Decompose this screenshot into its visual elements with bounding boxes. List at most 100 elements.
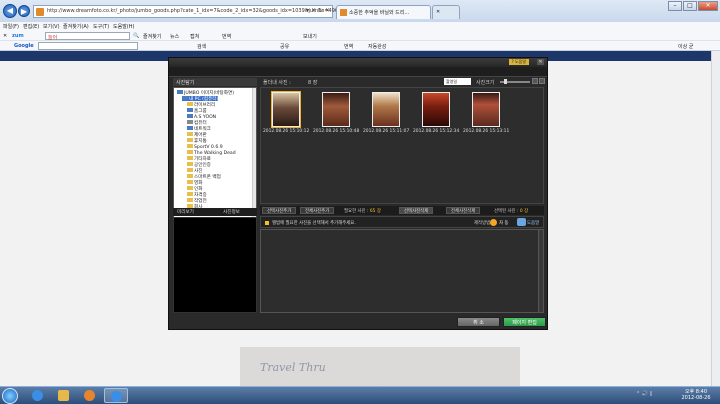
folder-tree-item[interactable]: 컴퓨터	[187, 120, 207, 126]
folder-tree-item[interactable]: 홈그룹	[187, 108, 207, 114]
folder-icon	[187, 186, 193, 190]
photo-thumbnail[interactable]: 2012.08.26 15:12:34	[413, 92, 459, 140]
help-button[interactable]: ? 도움말	[508, 59, 529, 65]
clock[interactable]: 오후 8:40 2012-08-26	[679, 389, 713, 401]
order-method-value[interactable]: 자 동	[499, 220, 508, 226]
thumbnail-caption: 2012.08.26 15:10:12	[263, 129, 310, 134]
photo-thumbnail[interactable]: 2012.08.26 15:13:11	[463, 92, 509, 140]
folder-tree-item[interactable]: 라이브러리	[187, 102, 215, 108]
add-all-tab[interactable]: 전체사진추가	[300, 207, 335, 214]
menu-edit[interactable]: 편집(E)	[23, 23, 39, 30]
photo-thumbnail[interactable]: 2012.08.26 15:10:12	[263, 92, 309, 140]
location-icon	[187, 126, 193, 130]
taskbar-explorer[interactable]	[52, 388, 76, 403]
folder-tree-item[interactable]: The Walking Dead	[187, 150, 236, 156]
back-button[interactable]: ◀	[3, 4, 17, 18]
forward-button[interactable]: ▶	[18, 5, 30, 17]
menu-file[interactable]: 파일(F)	[3, 23, 19, 30]
selected-photos-area[interactable]	[260, 229, 544, 313]
slider-knob[interactable]	[504, 79, 507, 84]
cancel-button[interactable]: 취 소	[457, 317, 500, 327]
delete-selected-tab[interactable]: 선택사진삭제	[399, 207, 434, 214]
google-search-button[interactable]: 검색	[197, 43, 206, 50]
menu-help[interactable]: 도움말(H)	[113, 23, 134, 30]
folder-tree-item[interactable]: 작업전	[187, 198, 207, 204]
close-toolbar-icon[interactable]: ✕	[3, 33, 7, 39]
add-selected-tab[interactable]: 선택사진추가	[262, 207, 297, 214]
order-radio-icon[interactable]	[490, 219, 497, 226]
side-tabs: 미리보기 사진정보	[173, 208, 257, 216]
taskbar-media[interactable]	[78, 388, 102, 403]
google-share-button[interactable]: 공유	[280, 43, 289, 50]
close-window-button[interactable]: ✕	[698, 1, 718, 11]
needed-photos-label: 필요한 사진 : 65 장	[344, 209, 381, 214]
start-button[interactable]	[2, 388, 18, 404]
folder-tree-item[interactable]: 인화	[187, 186, 202, 192]
photo-thumbnail[interactable]: 2012.08.26 15:11:07	[363, 92, 409, 140]
taskbar: ⌃ 🔊 ▯ 오후 8:40 2012-08-26	[0, 386, 720, 404]
selected-photos-scrollbar[interactable]	[538, 230, 543, 312]
menu-favorites[interactable]: 즐겨찾기(A)	[63, 23, 89, 30]
toolbar-send[interactable]: 보내기	[303, 33, 317, 40]
grid-view-icon[interactable]	[532, 78, 538, 84]
folder-photo-count-label: 폴더내 사진 :	[263, 80, 291, 86]
search-icon[interactable]: 🔍	[133, 33, 139, 39]
taskbar-ie-active[interactable]	[104, 388, 128, 403]
address-bar[interactable]: http://www.dreamfoto.co.kr/_photo/jumbo_…	[33, 5, 341, 18]
folder-tree-item[interactable]: 기타자료	[187, 156, 211, 162]
photo-thumbnail[interactable]: 2012.08.26 15:10:48	[313, 92, 359, 140]
preview-panel	[173, 217, 257, 313]
clock-date: 2012-08-26	[681, 395, 711, 401]
thumbnail-image	[272, 92, 300, 127]
zum-search-input[interactable]: 늘어	[45, 32, 130, 41]
folder-icon	[187, 156, 193, 160]
thumbnail-image	[372, 92, 400, 127]
google-autocomplete-button[interactable]: 자동완성	[368, 43, 386, 50]
menu-view[interactable]: 보기(V)	[43, 23, 60, 30]
delete-all-tab[interactable]: 전체사진삭제	[446, 207, 481, 214]
folder-tree-item[interactable]: 내 PC (컴퓨터)	[182, 96, 219, 102]
photo-select-dialog: ? 도움말 ✕ 사진탐기 JUMBO 이미지(바탕화면) 내 PC (컴퓨터) 라이…	[168, 57, 548, 330]
folder-tree-item[interactable]: JUMBO 이미지(바탕화면)	[177, 90, 234, 96]
page-edit-button[interactable]: 페이지 편집	[503, 317, 546, 327]
tab-preview[interactable]: 미리보기	[177, 209, 194, 215]
taskbar-ie[interactable]	[26, 388, 50, 403]
dialog-close-button[interactable]: ✕	[537, 59, 544, 65]
thumbnail-caption: 2012.08.26 15:12:34	[413, 129, 460, 134]
folder-tree-item[interactable]: 휴지통	[187, 138, 207, 144]
folder-tree-item[interactable]: 네트워크	[187, 126, 211, 132]
folder-tree-item[interactable]: 제어판	[187, 132, 207, 138]
folder-tree-item[interactable]: SportV 0.6.9	[187, 144, 223, 150]
toolbar-news[interactable]: 뉴스	[170, 33, 179, 40]
folder-tree-item[interactable]: 공인인증	[187, 162, 211, 168]
url-text: http://www.dreamfoto.co.kr/_photo/jumbo_…	[47, 8, 342, 14]
refresh-stop-icon[interactable]: ▾ ✕ ↻ ✕	[306, 7, 330, 14]
folder-icon	[187, 180, 193, 184]
folder-tree-item[interactable]: 자격증	[187, 192, 207, 198]
help-tip-label[interactable]: 도움말	[527, 220, 539, 226]
folder-tree-item[interactable]: 사진	[187, 168, 202, 174]
folder-tree-item[interactable]: 스마트폰 백업	[187, 174, 221, 180]
help-bubble-icon[interactable]	[517, 218, 526, 226]
zum-toolbar: ✕ zum 늘어 🔍 즐겨찾기 뉴스 캡쳐 번역 보내기	[0, 31, 720, 41]
google-translate-button[interactable]: 번역	[344, 43, 353, 50]
sort-select[interactable]: 촬영일	[444, 78, 471, 85]
folder-icon	[187, 138, 193, 142]
location-icon	[182, 96, 188, 100]
toolbar-translate[interactable]: 번역	[222, 33, 231, 40]
folder-tree-item[interactable]: 영화	[187, 180, 202, 186]
toolbar-favorites[interactable]: 즐겨찾기	[143, 33, 161, 40]
tab-active[interactable]: 소중한 추억을 바닐와 드리...	[336, 5, 431, 19]
minimize-button[interactable]: –	[668, 1, 682, 11]
menu-tools[interactable]: 도구(T)	[93, 23, 109, 30]
toolbar-capture[interactable]: 캡쳐	[190, 33, 199, 40]
system-tray-icons[interactable]: ⌃ 🔊 ▯	[636, 391, 652, 397]
page-scrollbar[interactable]	[711, 51, 720, 386]
folder-tree-item[interactable]: A.S YOON	[187, 114, 216, 120]
tab-close[interactable]: ✕	[432, 5, 460, 19]
list-view-icon[interactable]	[539, 78, 545, 84]
signin-label[interactable]: 이상 균	[678, 43, 693, 50]
tab-photo-info[interactable]: 사진정보	[223, 209, 240, 215]
google-search-input[interactable]	[38, 42, 138, 50]
maximize-button[interactable]: □	[683, 1, 697, 11]
